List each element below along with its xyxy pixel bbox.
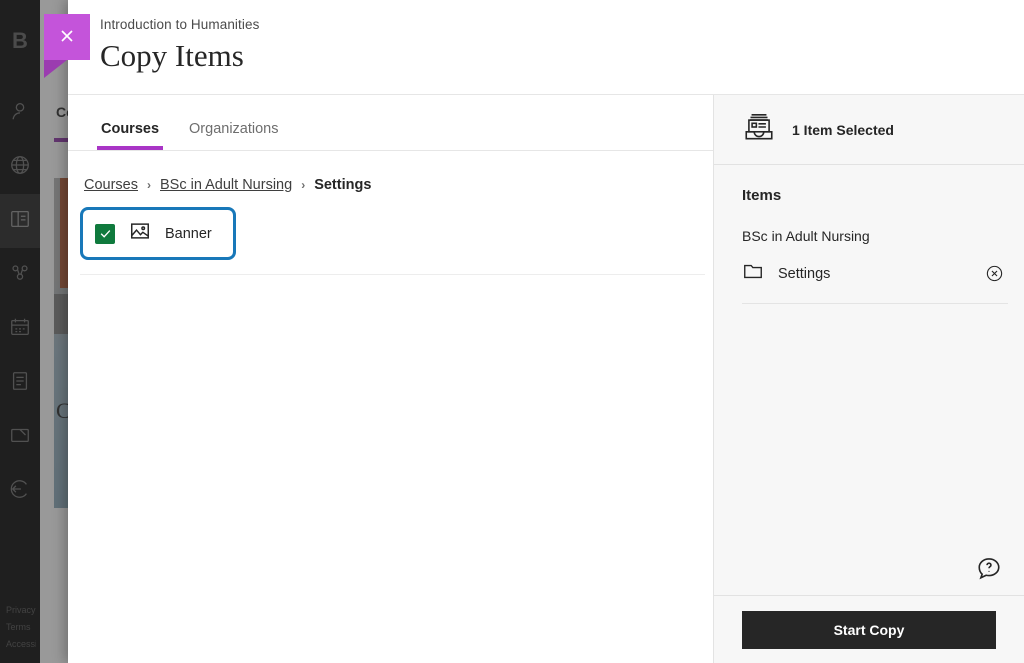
inbox-items-icon [742, 110, 776, 149]
screen: Course Content Course B [0, 0, 1024, 663]
breadcrumb: Courses › BSc in Adult Nursing › Setting… [68, 151, 713, 193]
selected-item-row: Settings [742, 260, 1008, 304]
modal-subtitle: Introduction to Humanities [100, 17, 1024, 32]
modal-body: Courses Organizations Courses › BSc in A… [68, 95, 1024, 663]
selected-item-label: Settings [778, 266, 971, 282]
close-button-tail [44, 60, 90, 78]
browse-pane: Courses Organizations Courses › BSc in A… [68, 95, 714, 663]
remove-item-button[interactable] [985, 264, 1004, 283]
folder-icon [742, 260, 764, 287]
selected-count: 1 Item Selected [792, 122, 894, 138]
copy-items-modal: Introduction to Humanities Copy Items Co… [68, 0, 1024, 663]
start-copy-button[interactable]: Start Copy [742, 611, 996, 649]
help-button[interactable] [976, 555, 1002, 581]
selection-group-name: BSc in Adult Nursing [742, 228, 1008, 244]
selection-panel-body: Items BSc in Adult Nursing Settings [714, 165, 1024, 555]
breadcrumb-separator-icon: › [147, 178, 151, 192]
help-question-icon [976, 569, 1002, 584]
list-divider [80, 274, 705, 275]
banner-checkbox[interactable] [95, 224, 115, 244]
tab-bar: Courses Organizations [68, 95, 713, 151]
tab-organizations[interactable]: Organizations [185, 121, 282, 150]
list-item-label: Banner [165, 226, 212, 242]
selection-panel: 1 Item Selected Items BSc in Adult Nursi… [714, 95, 1024, 663]
items-section-title: Items [742, 187, 1008, 204]
tab-courses[interactable]: Courses [97, 121, 163, 150]
modal-header: Introduction to Humanities Copy Items [68, 0, 1024, 95]
selection-panel-header: 1 Item Selected [714, 95, 1024, 165]
image-icon [129, 220, 151, 247]
close-icon [57, 26, 77, 49]
breadcrumb-item-courses[interactable]: Courses [84, 177, 138, 193]
selection-panel-footer: Start Copy [714, 595, 1024, 663]
breadcrumb-separator-icon: › [301, 178, 305, 192]
content-item-list: Banner [68, 193, 713, 663]
help-area [714, 555, 1024, 595]
close-button[interactable] [44, 14, 90, 60]
list-item-banner[interactable]: Banner [80, 207, 236, 260]
breadcrumb-item-settings: Settings [314, 177, 371, 193]
remove-circle-icon [985, 271, 1004, 286]
page-title: Copy Items [100, 39, 1024, 73]
breadcrumb-item-bsc-in-adult-nursing[interactable]: BSc in Adult Nursing [160, 177, 292, 193]
